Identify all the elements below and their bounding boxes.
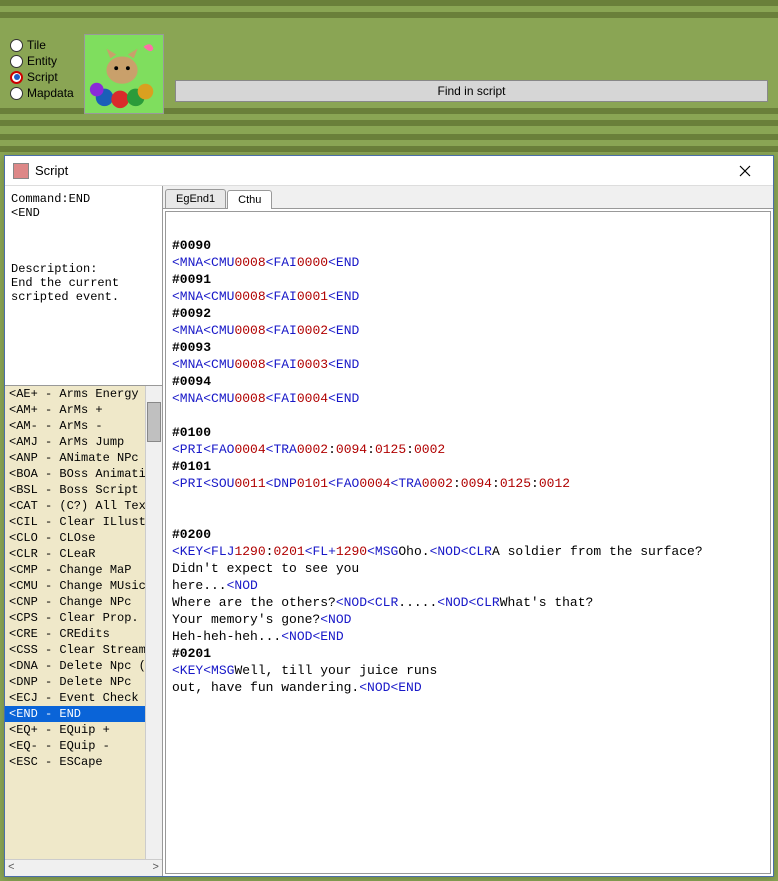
script-line: #0101 — [172, 458, 764, 475]
close-icon — [739, 165, 751, 177]
left-panel: Command:END <END Description: End the cu… — [5, 186, 163, 876]
window-titlebar[interactable]: Script — [5, 156, 773, 186]
script-tabs: EgEnd1Cthu — [163, 186, 773, 209]
command-list-item[interactable]: <AM+ - ArMs + — [5, 402, 145, 418]
script-line: #0091 — [172, 271, 764, 288]
mode-radio-tile[interactable]: Tile — [10, 38, 74, 52]
command-list-item[interactable]: <DNP - Delete NPc — [5, 674, 145, 690]
command-list-vscrollbar[interactable] — [145, 386, 162, 859]
script-line: here...<NOD — [172, 577, 764, 594]
command-list-item[interactable]: <AM- - ArMs - — [5, 418, 145, 434]
command-list-item[interactable]: <DNA - Delete Npc (A — [5, 658, 145, 674]
command-list-item[interactable]: <AE+ - Arms Energy + — [5, 386, 145, 402]
find-in-script-button[interactable]: Find in script — [175, 80, 768, 102]
script-line: Where are the others?<NOD<CLR.....<NOD<C… — [172, 594, 764, 611]
mode-radio-group: Tile Entity Script Mapdata — [8, 32, 76, 106]
command-list-item[interactable]: <END - END — [5, 706, 145, 722]
script-line: #0201 — [172, 645, 764, 662]
script-line: out, have fun wandering.<NOD<END — [172, 679, 764, 696]
command-list-item[interactable]: <CRE - CREdits — [5, 626, 145, 642]
script-line: <KEY<FLJ1290:0201<FL+1290<MSGOho.<NOD<CL… — [172, 543, 764, 560]
script-line: #0090 — [172, 237, 764, 254]
command-list-hscrollbar[interactable]: <> — [5, 859, 162, 876]
script-line: #0092 — [172, 305, 764, 322]
command-list-item[interactable]: <EQ+ - EQuip + — [5, 722, 145, 738]
command-list-item[interactable]: <CLO - CLOse — [5, 530, 145, 546]
window-title: Script — [35, 163, 725, 178]
script-editor-window: Script Command:END <END Description: End… — [4, 155, 774, 877]
toolbar-area: Tile Entity Script Mapdata Find in script — [0, 0, 778, 155]
script-line: #0200 — [172, 526, 764, 543]
command-info-panel: Command:END <END Description: End the cu… — [5, 186, 162, 386]
find-label: Find in script — [437, 84, 505, 98]
script-line: #0100 — [172, 424, 764, 441]
mode-radio-mapdata[interactable]: Mapdata — [10, 86, 74, 100]
script-line — [172, 220, 764, 237]
window-icon — [13, 163, 29, 179]
script-line: <MNA<CMU0008<FAI0004<END — [172, 390, 764, 407]
radio-label: Mapdata — [27, 86, 74, 100]
command-list-item[interactable]: <CIL - Clear ILlustr — [5, 514, 145, 530]
mode-radio-entity[interactable]: Entity — [10, 54, 74, 68]
radio-icon — [10, 87, 23, 100]
script-line — [172, 407, 764, 424]
script-line — [172, 509, 764, 526]
radio-label: Script — [27, 70, 58, 84]
script-line: Heh-heh-heh...<NOD<END — [172, 628, 764, 645]
script-text-editor[interactable]: #0090<MNA<CMU0008<FAI0000<END#0091<MNA<C… — [165, 211, 771, 874]
script-line: <MNA<CMU0008<FAI0000<END — [172, 254, 764, 271]
command-list-item[interactable]: <AMJ - ArMs Jump — [5, 434, 145, 450]
script-line: <KEY<MSGWell, till your juice runs — [172, 662, 764, 679]
script-line: <MNA<CMU0008<FAI0001<END — [172, 288, 764, 305]
script-line: Your memory's gone?<NOD — [172, 611, 764, 628]
radio-icon — [10, 71, 23, 84]
script-line: <MNA<CMU0008<FAI0003<END — [172, 356, 764, 373]
command-list-item[interactable]: <CPS - Clear Prop. S — [5, 610, 145, 626]
command-list-item[interactable]: <ANP - ANimate NPc — [5, 450, 145, 466]
command-list-item[interactable]: <CMP - Change MaP — [5, 562, 145, 578]
script-tab-cthu[interactable]: Cthu — [227, 190, 272, 209]
command-list-item[interactable]: <CAT - (C?) All Text — [5, 498, 145, 514]
script-line: <PRI<FAO0004<TRA0002:0094:0125:0002 — [172, 441, 764, 458]
close-button[interactable] — [725, 159, 765, 183]
mode-radio-script[interactable]: Script — [10, 70, 74, 84]
script-line — [172, 492, 764, 509]
script-line: <MNA<CMU0008<FAI0002<END — [172, 322, 764, 339]
command-list-item[interactable]: <BSL - Boss Script L — [5, 482, 145, 498]
script-line: Didn't expect to see you — [172, 560, 764, 577]
script-line: #0093 — [172, 339, 764, 356]
radio-label: Entity — [27, 54, 57, 68]
script-line: #0094 — [172, 373, 764, 390]
command-list-item[interactable]: <EQ- - EQuip - — [5, 738, 145, 754]
radio-icon — [10, 55, 23, 68]
radio-label: Tile — [27, 38, 46, 52]
command-list-item[interactable]: <ECJ - Event Check J — [5, 690, 145, 706]
command-list-item[interactable]: <CMU - Change MUsic — [5, 578, 145, 594]
script-tab-egend1[interactable]: EgEnd1 — [165, 189, 226, 208]
command-list-item[interactable]: <CNP - Change NPc — [5, 594, 145, 610]
command-list-item[interactable]: <CSS - Clear Stream — [5, 642, 145, 658]
right-panel: EgEnd1Cthu #0090<MNA<CMU0008<FAI0000<END… — [163, 186, 773, 876]
command-list-item[interactable]: <BOA - BOss Animation — [5, 466, 145, 482]
command-list-item[interactable]: <ESC - ESCape — [5, 754, 145, 770]
script-line: <PRI<SOU0011<DNP0101<FAO0004<TRA0002:009… — [172, 475, 764, 492]
entity-preview-icon — [84, 34, 164, 114]
radio-icon — [10, 39, 23, 52]
command-list[interactable]: <AE+ - Arms Energy +<AM+ - ArMs +<AM- - … — [5, 386, 162, 876]
command-list-item[interactable]: <CLR - CLeaR — [5, 546, 145, 562]
